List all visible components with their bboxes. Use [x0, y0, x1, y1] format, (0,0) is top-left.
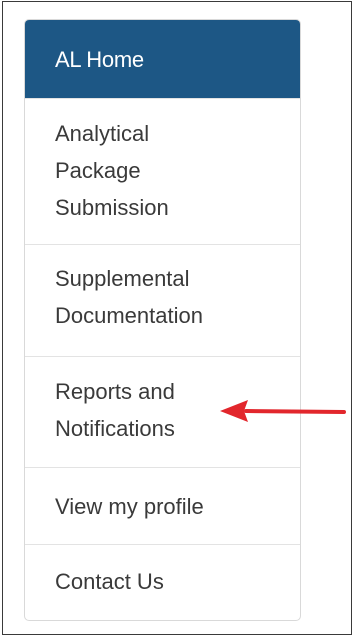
sidebar-item-label: Contact Us [55, 569, 164, 594]
sidebar-item-analytical-package-submission[interactable]: Analytical Package Submission [25, 98, 300, 244]
sidebar-item-label: View my profile [55, 494, 204, 519]
sidebar-item-label: Analytical Package Submission [55, 121, 169, 220]
sidebar-item-al-home[interactable]: AL Home [25, 20, 300, 98]
left-arrow-icon [220, 400, 346, 422]
sidebar-item-contact-us[interactable]: Contact Us [25, 544, 300, 620]
sidebar-item-label: Reports and Notifications [55, 379, 175, 441]
sidebar-item-supplemental-documentation[interactable]: Supplemental Documentation [25, 244, 300, 356]
sidebar-item-label: Supplemental Documentation [55, 266, 203, 328]
sidebar-item-label: AL Home [55, 47, 144, 72]
sidebar-nav: AL Home Analytical Package Submission Su… [24, 19, 301, 621]
sidebar-item-view-my-profile[interactable]: View my profile [25, 467, 300, 544]
